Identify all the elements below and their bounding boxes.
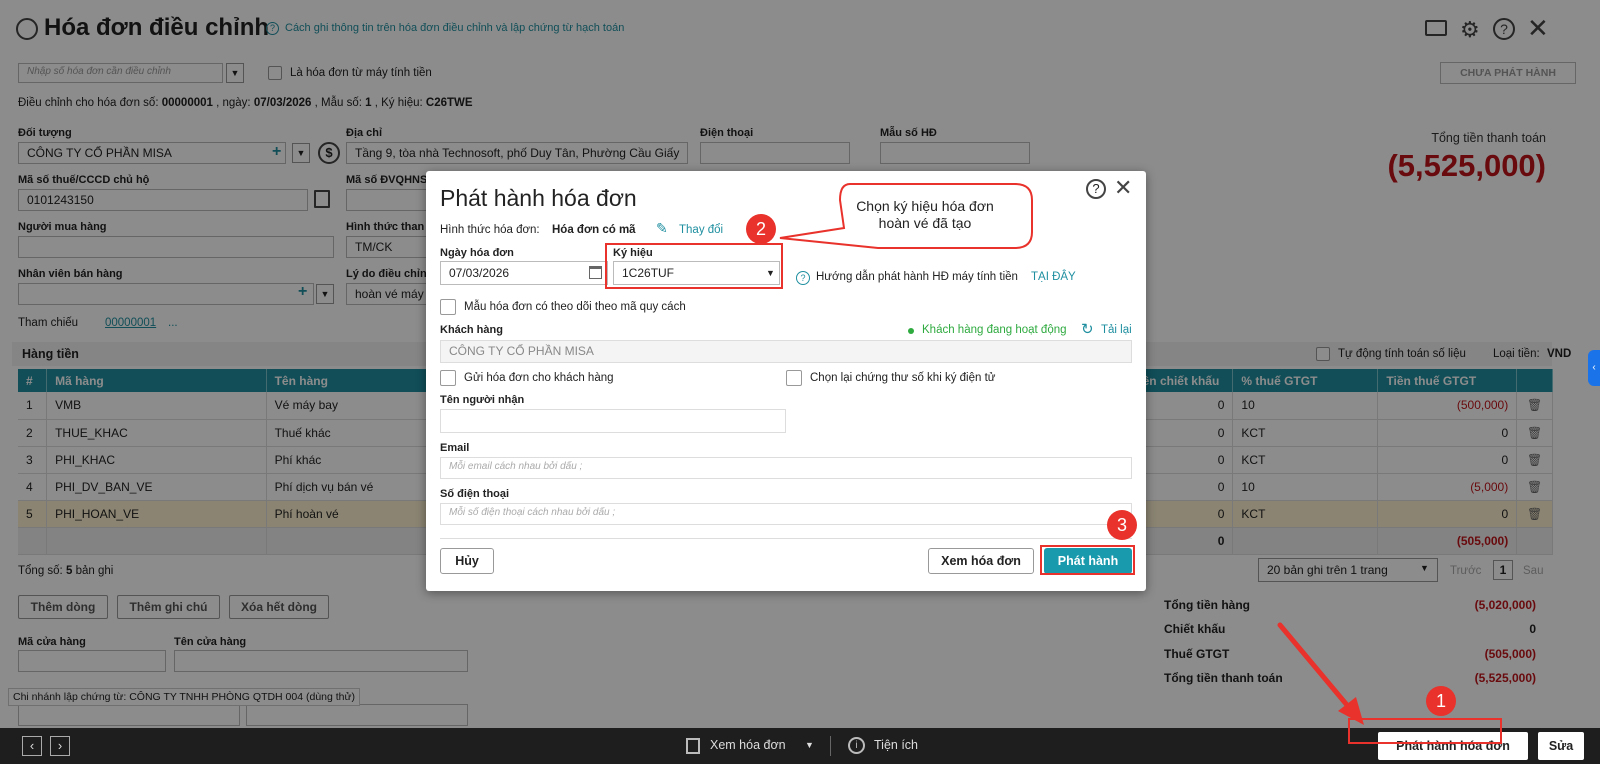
step-2-marker: 2 [746, 214, 776, 244]
preview-icon [686, 738, 700, 754]
pencil-icon[interactable]: ✎ [656, 220, 668, 237]
status-dot-icon [908, 328, 914, 334]
step-1-marker: 1 [1426, 686, 1456, 716]
guide-text: Hướng dẫn phát hành HĐ máy tính tiền [816, 271, 1018, 283]
arrow-annotation [1277, 622, 1364, 725]
send-invoice-checkbox[interactable] [440, 370, 456, 386]
dialog-close-icon[interactable]: ✕ [1114, 175, 1132, 201]
customer-field: CÔNG TY CỔ PHẦN MISA [440, 340, 1132, 363]
invoice-date-label: Ngày hóa đơn [440, 247, 514, 259]
nav-next-button[interactable]: › [50, 736, 70, 756]
reselect-cert-checkbox[interactable] [786, 370, 802, 386]
form-type-value: Hóa đơn có mã [552, 224, 636, 236]
dialog-footer-divider [440, 538, 1132, 539]
callout-text: Chọn ký hiệu hóa đơn hoàn vé đã tạo [856, 198, 994, 231]
phone-label: Số điện thoại [440, 488, 510, 500]
dialog-help-icon[interactable]: ? [1086, 179, 1106, 199]
nav-prev-button[interactable]: ‹ [22, 736, 42, 756]
info-icon: i [848, 737, 865, 754]
utilities-button[interactable]: Tiện ích [874, 738, 918, 752]
invoice-date-field[interactable]: 07/03/2026 [440, 261, 608, 285]
tracking-label: Mẫu hóa đơn có theo dõi theo mã quy cách [464, 301, 686, 313]
reload-icon[interactable]: ↻ [1081, 320, 1094, 338]
phone-field[interactable]: Mỗi số điện thoại cách nhau bởi dấu ; [440, 503, 1132, 525]
tracking-checkbox[interactable] [440, 299, 456, 315]
email-field[interactable]: Mỗi email cách nhau bởi dấu ; [440, 457, 1132, 479]
reload-link[interactable]: Tải lại [1101, 324, 1132, 336]
divider [830, 736, 831, 756]
highlight-issue [1040, 545, 1135, 575]
form-type-label: Hình thức hóa đơn: [440, 224, 540, 236]
change-form-type-link[interactable]: Thay đổi [679, 224, 723, 236]
guide-help-icon: ? [796, 271, 810, 285]
calendar-icon[interactable] [589, 266, 602, 279]
preview-invoice-button[interactable]: Xem hóa đơn [928, 548, 1034, 574]
dialog-title: Phát hành hóa đơn [440, 185, 637, 211]
send-invoice-label: Gửi hóa đơn cho khách hàng [464, 372, 614, 384]
customer-label: Khách hàng [440, 324, 503, 336]
receiver-field[interactable] [440, 409, 786, 433]
arrow-line [1277, 622, 1355, 714]
reselect-cert-label: Chọn lại chứng thư số khi ký điện tử [810, 372, 996, 384]
step-3-marker: 3 [1107, 510, 1137, 540]
cancel-button[interactable]: Hủy [440, 548, 494, 574]
receiver-label: Tên người nhận [440, 394, 525, 406]
edit-button[interactable]: Sửa [1538, 732, 1584, 760]
side-collapse-tab[interactable]: ‹ [1588, 350, 1600, 386]
preview-invoice-button[interactable]: Xem hóa đơn [710, 738, 786, 752]
guide-link[interactable]: TẠI ĐÂY [1031, 271, 1076, 283]
customer-status: Khách hàng đang hoạt động [922, 324, 1067, 336]
preview-dropdown-icon[interactable]: ▼ [805, 740, 814, 750]
email-label: Email [440, 442, 470, 454]
